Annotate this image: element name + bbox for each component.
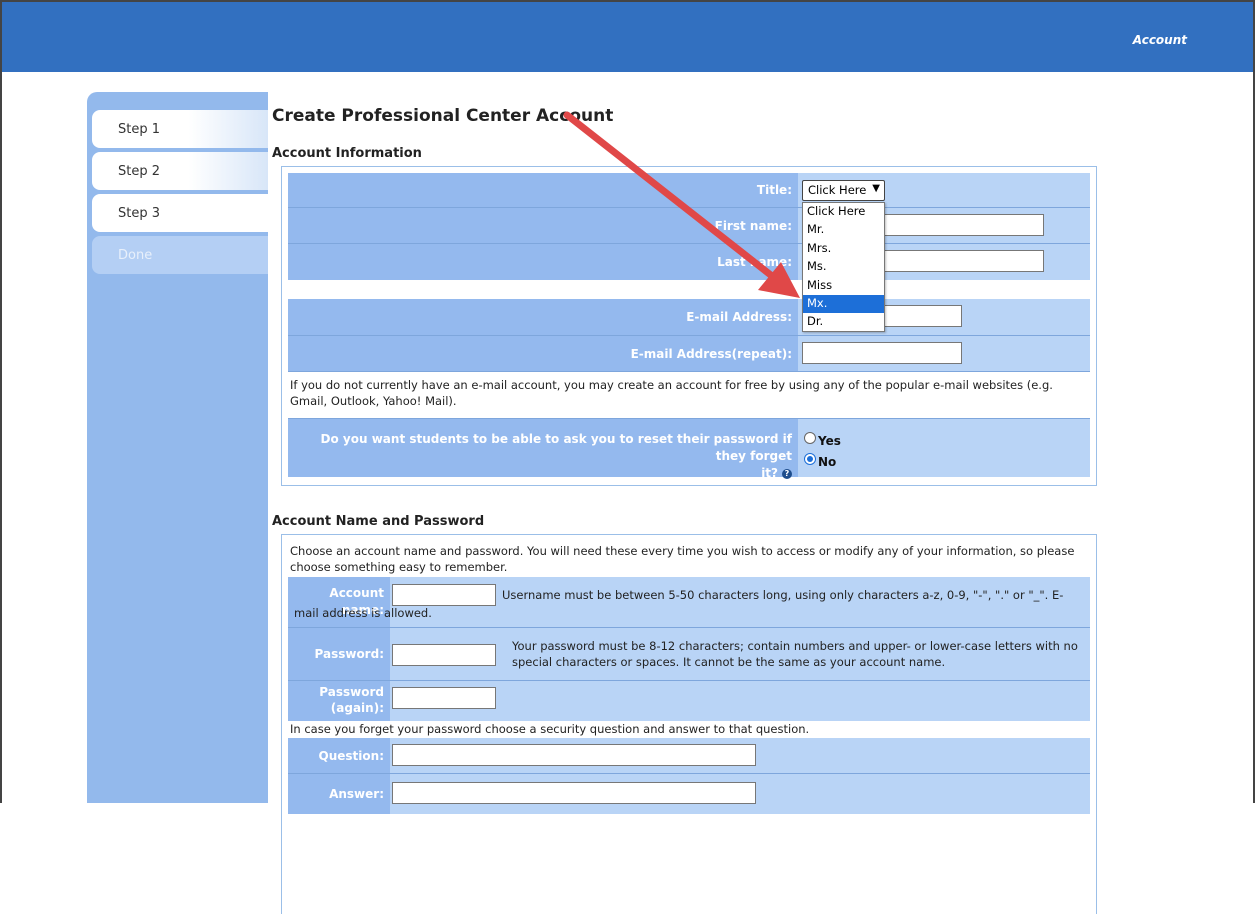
email-repeat-label: E-mail Address(repeat): xyxy=(288,336,798,371)
account-name-hint-line2: mail address is allowed. xyxy=(294,606,432,620)
step-2-tab[interactable]: Step 2 xyxy=(92,152,268,190)
reset-question-line2: it? xyxy=(761,466,778,480)
password-label: Password: xyxy=(288,628,390,680)
step-1-tab[interactable]: Step 1 xyxy=(92,110,268,148)
email-note: If you do not currently have an e-mail a… xyxy=(290,378,1053,408)
title-option-dr[interactable]: Dr. xyxy=(803,313,884,331)
password-again-label-line2: (again): xyxy=(330,701,384,715)
password-input[interactable] xyxy=(392,644,496,666)
password-again-label-line1: Password xyxy=(319,685,384,699)
last-name-label: Last name: xyxy=(288,244,798,280)
email-repeat-row: E-mail Address(repeat): xyxy=(288,336,1090,371)
answer-row: Answer: xyxy=(288,774,1090,814)
account-name-password-heading: Account Name and Password xyxy=(272,514,485,529)
title-option-ms[interactable]: Ms. xyxy=(803,258,884,276)
title-option-click-here[interactable]: Click Here xyxy=(803,203,884,221)
account-intro: Choose an account name and password. You… xyxy=(290,544,1075,574)
first-name-row: First name: xyxy=(288,208,1090,243)
chevron-down-icon: ▼ xyxy=(872,183,880,194)
reset-password-row: Do you want students to be able to ask y… xyxy=(288,419,1090,480)
security-note: In case you forget your password choose … xyxy=(290,722,810,736)
account-information-panel: Title: Click Here ▼ First name: Last nam… xyxy=(281,166,1097,486)
account-information-heading: Account Information xyxy=(272,146,422,161)
question-input[interactable] xyxy=(392,744,756,766)
title-option-miss[interactable]: Miss xyxy=(803,277,884,295)
password-row: Password: Your password must be 8-12 cha… xyxy=(288,628,1090,680)
step-sidebar: Step 1 Step 2 Step 3 Done xyxy=(87,92,268,803)
done-tab: Done xyxy=(92,236,268,274)
page-title: Create Professional Center Account xyxy=(272,106,614,126)
title-select-value: Click Here xyxy=(808,183,867,197)
email-repeat-input[interactable] xyxy=(802,342,962,364)
title-option-mr[interactable]: Mr. xyxy=(803,221,884,239)
reset-no-option[interactable]: No xyxy=(804,449,836,469)
title-dropdown-list[interactable]: Click Here Mr. Mrs. Ms. Miss Mx. Dr. xyxy=(802,202,885,332)
header-bar: Account xyxy=(2,2,1253,72)
question-label: Question: xyxy=(288,738,390,773)
title-select[interactable]: Click Here ▼ xyxy=(802,180,885,201)
step-3-tab[interactable]: Step 3 xyxy=(92,194,268,232)
reset-no-label: No xyxy=(818,455,837,469)
account-name-password-panel: Choose an account name and password. You… xyxy=(281,534,1097,914)
title-option-mrs[interactable]: Mrs. xyxy=(803,240,884,258)
email-row: E-mail Address: xyxy=(288,299,1090,335)
account-name-input[interactable] xyxy=(392,584,496,606)
reset-yes-radio[interactable] xyxy=(804,432,816,444)
account-name-label-line1: Account xyxy=(329,586,384,600)
account-name-hint-line1: Username must be between 5-50 characters… xyxy=(502,588,1064,602)
help-icon[interactable]: ? xyxy=(782,468,792,479)
title-option-mx[interactable]: Mx. xyxy=(803,294,884,314)
answer-label: Answer: xyxy=(288,774,390,814)
email-label: E-mail Address: xyxy=(288,299,798,335)
title-row: Title: Click Here ▼ xyxy=(288,173,1090,207)
question-row: Question: xyxy=(288,738,1090,773)
reset-question-line1: Do you want students to be able to ask y… xyxy=(320,432,792,463)
reset-yes-option[interactable]: Yes xyxy=(804,428,841,448)
account-name-row: Account name: Username must be between 5… xyxy=(288,577,1090,627)
password-hint: Your password must be 8-12 characters; c… xyxy=(512,639,1078,669)
last-name-row: Last name: xyxy=(288,244,1090,280)
password-again-row: Password (again): xyxy=(288,681,1090,721)
password-again-input[interactable] xyxy=(392,687,496,709)
reset-no-radio[interactable] xyxy=(804,453,816,465)
title-label: Title: xyxy=(288,173,798,207)
first-name-label: First name: xyxy=(288,208,798,243)
window-border-left xyxy=(0,0,2,803)
reset-yes-label: Yes xyxy=(818,434,841,448)
answer-input[interactable] xyxy=(392,782,756,804)
account-link[interactable]: Account xyxy=(1133,33,1187,47)
